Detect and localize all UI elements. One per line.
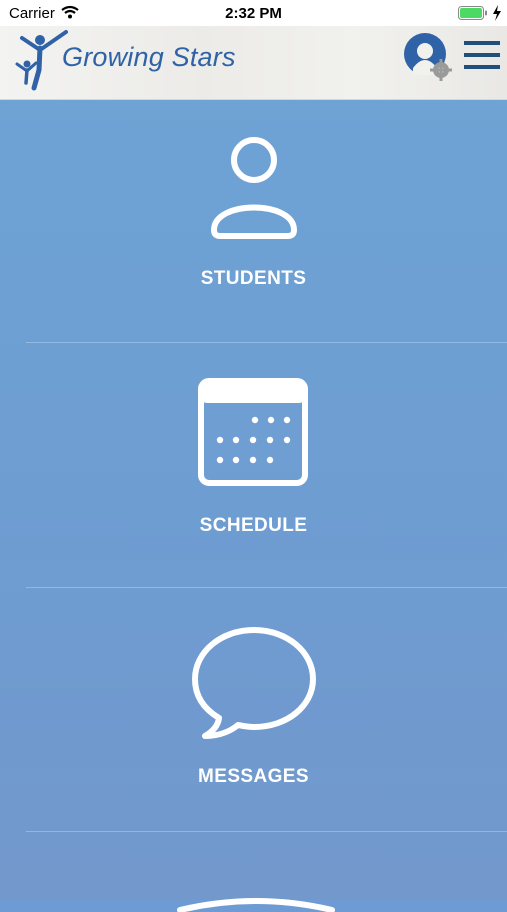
- profile-settings-icon: [404, 33, 452, 81]
- hamburger-menu-icon: [464, 41, 500, 69]
- battery-icon: [458, 6, 487, 20]
- app-header: Growing Stars: [0, 26, 507, 100]
- schedule-label: SCHEDULE: [199, 515, 308, 536]
- partially-visible-icon: [177, 898, 335, 912]
- next-menu-tile[interactable]: [0, 832, 507, 912]
- status-time: 2:32 PM: [225, 5, 282, 22]
- charging-bolt-icon: [493, 5, 501, 21]
- messages-tile[interactable]: MESSAGES: [0, 588, 507, 831]
- main-menu: STUDENTS SCHEDULE MESSAGES: [0, 100, 507, 912]
- status-bar: Carrier 2:32 PM: [0, 0, 507, 26]
- speech-bubble-icon: [192, 627, 316, 739]
- messages-label: MESSAGES: [198, 766, 309, 787]
- brand-name: Growing Stars: [62, 42, 236, 72]
- hamburger-menu-button[interactable]: [462, 39, 502, 71]
- calendar-icon: [198, 378, 308, 486]
- students-label: STUDENTS: [200, 268, 307, 289]
- profile-settings-button[interactable]: [403, 32, 453, 82]
- students-tile[interactable]: STUDENTS: [0, 100, 507, 342]
- person-icon: [211, 137, 297, 239]
- schedule-tile[interactable]: SCHEDULE: [0, 343, 507, 587]
